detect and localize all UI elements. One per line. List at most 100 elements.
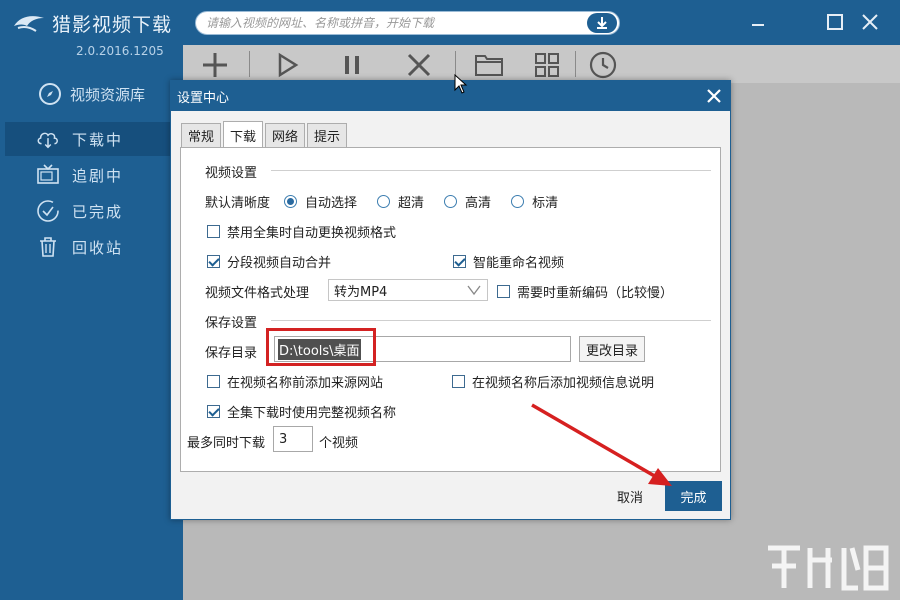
grid-icon[interactable] [529, 49, 565, 81]
add-info-label: 在视频名称后添加视频信息说明 [472, 376, 655, 391]
reencode-label: 需要时重新编码（比较慢） [517, 286, 674, 301]
tab-general[interactable]: 常规 [181, 123, 222, 147]
add-info-checkbox[interactable] [452, 375, 465, 388]
reencode-row: 需要时重新编码（比较慢） [497, 282, 673, 301]
toolbar-divider [249, 51, 250, 77]
reencode-checkbox[interactable] [497, 285, 510, 298]
max-download-input[interactable]: 3 [273, 426, 313, 452]
pause-icon[interactable] [334, 49, 370, 81]
dialog-title: 设置中心 [171, 81, 730, 111]
full-name-row: 全集下载时使用完整视频名称 [207, 402, 396, 421]
quality-option-label: 自动选择 [305, 196, 358, 211]
tab-notify[interactable]: 提示 [307, 123, 348, 147]
full-name-checkbox[interactable] [207, 405, 220, 418]
brand: 猎影视频下载 [12, 8, 172, 38]
delete-icon[interactable] [401, 49, 437, 81]
top-bar [183, 0, 900, 45]
download-settings-panel: 视频设置 默认清晰度 自动选择 超清 高清 标清 禁用全集时自动更换视频格式 分… [180, 147, 721, 472]
play-icon[interactable] [269, 49, 305, 81]
maximize-icon[interactable] [823, 10, 847, 34]
divider [271, 320, 711, 321]
done-button[interactable]: 完成 [665, 481, 722, 511]
cancel-button[interactable]: 取消 [617, 487, 643, 506]
add-source-label: 在视频名称前添加来源网站 [227, 376, 384, 391]
compass-icon [38, 82, 62, 106]
save-settings-heading: 保存设置 [205, 316, 258, 331]
tv-icon [36, 163, 60, 187]
max-download-label: 最多同时下载 [187, 436, 266, 451]
max-download-value: 3 [279, 431, 288, 447]
change-dir-button[interactable]: 更改目录 [579, 336, 645, 362]
add-info-row: 在视频名称后添加视频信息说明 [452, 372, 654, 391]
folder-icon[interactable] [471, 49, 507, 81]
format-label-row: 视频文件格式处理 [205, 282, 309, 301]
download-icon[interactable] [587, 13, 617, 33]
toolbar [183, 45, 900, 83]
toolbar-divider [575, 51, 576, 77]
disable-auto-format-row: 禁用全集时自动更换视频格式 [207, 222, 396, 241]
quality-option-label: 高清 [465, 196, 492, 211]
chevron-down-icon [467, 284, 481, 300]
auto-merge-row: 分段视频自动合并 [207, 252, 331, 271]
sidebar-item-completed[interactable]: 已完成 [0, 194, 183, 228]
sidebar-item-trash[interactable]: 回收站 [0, 230, 183, 264]
smart-rename-row: 智能重命名视频 [453, 252, 564, 271]
sidebar-item-label: 回收站 [72, 238, 124, 257]
settings-dialog: 设置中心 常规 下载 网络 提示 视频设置 默认清晰度 自动选择 超清 高清 标… [170, 80, 731, 520]
divider [271, 170, 711, 171]
tab-download[interactable]: 下载 [223, 121, 264, 148]
smart-rename-checkbox[interactable] [453, 255, 466, 268]
quality-super-radio[interactable] [377, 195, 391, 208]
search-box [195, 11, 620, 35]
app-title: 猎影视频下载 [52, 13, 173, 36]
logo-icon [14, 16, 44, 32]
format-label: 视频文件格式处理 [205, 286, 310, 301]
auto-merge-label: 分段视频自动合并 [227, 256, 332, 271]
quality-row: 默认清晰度 自动选择 超清 高清 标清 [205, 192, 558, 211]
quality-option-label: 标清 [532, 196, 559, 211]
quality-option-label: 超清 [398, 196, 425, 211]
tab-network[interactable]: 网络 [265, 123, 306, 147]
sidebar-item-downloading[interactable]: 下载中 [5, 122, 178, 156]
quality-auto-radio[interactable] [284, 195, 298, 208]
minimize-icon[interactable] [746, 10, 770, 34]
sidebar-item-label: 追剧中 [72, 166, 124, 185]
sidebar-item-label: 下载中 [72, 130, 124, 149]
quality-high-radio[interactable] [444, 195, 458, 208]
max-download-unit: 个视频 [319, 436, 359, 451]
add-source-checkbox[interactable] [207, 375, 220, 388]
video-settings-heading: 视频设置 [205, 166, 258, 181]
annotation-highlight-box [266, 328, 376, 366]
disable-auto-format-checkbox[interactable] [207, 225, 220, 238]
format-select-value: 转为MP4 [334, 284, 388, 300]
close-window-icon[interactable] [858, 10, 882, 34]
full-name-label: 全集下载时使用完整视频名称 [227, 406, 397, 421]
watermark-logo-icon [768, 545, 889, 591]
add-source-row: 在视频名称前添加来源网站 [207, 372, 383, 391]
sidebar-item-label: 视频资源库 [70, 85, 146, 104]
quality-standard-radio[interactable] [511, 195, 525, 208]
dir-label-row: 保存目录 [205, 342, 257, 361]
format-select[interactable]: 转为MP4 [328, 279, 488, 301]
quality-label: 默认清晰度 [205, 196, 271, 211]
check-circle-icon [36, 199, 60, 223]
smart-rename-label: 智能重命名视频 [473, 256, 565, 271]
plus-icon[interactable] [197, 49, 233, 81]
max-download-row: 最多同时下载 [187, 432, 265, 451]
clock-icon[interactable] [585, 49, 621, 81]
sidebar-item-following[interactable]: 追剧中 [0, 158, 183, 192]
max-download-unit-row: 个视频 [319, 432, 358, 451]
sidebar-item-label: 已完成 [72, 202, 124, 221]
close-icon[interactable] [704, 86, 724, 106]
mouse-cursor-icon [454, 74, 468, 94]
sidebar: 猎影视频下载 2.0.2016.1205 视频资源库 下载中 追剧中 已完成 回… [0, 0, 183, 600]
auto-merge-checkbox[interactable] [207, 255, 220, 268]
dir-label: 保存目录 [205, 346, 258, 361]
disable-auto-format-label: 禁用全集时自动更换视频格式 [227, 226, 397, 241]
cloud-download-icon [36, 127, 60, 151]
tab-bar: 常规 下载 网络 提示 [181, 121, 349, 148]
trash-icon [36, 235, 60, 259]
search-input[interactable] [206, 12, 586, 34]
sidebar-item-library[interactable]: 视频资源库 [0, 77, 183, 111]
app-version: 2.0.2016.1205 [76, 44, 164, 58]
